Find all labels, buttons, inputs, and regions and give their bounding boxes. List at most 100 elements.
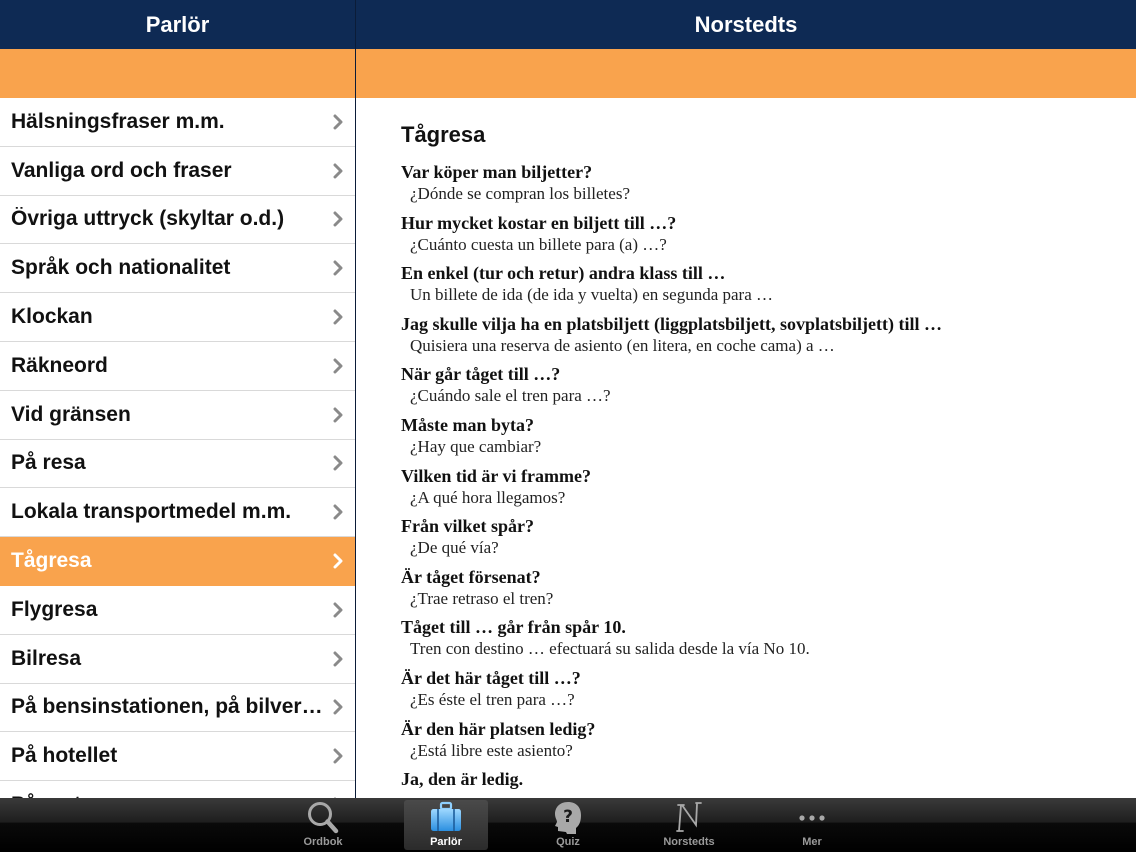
phrase-spanish: ¿Hay que cambiar? xyxy=(410,436,542,456)
category-row[interactable]: Lokala transportmedel m.m. xyxy=(0,488,355,538)
chevron-right-icon xyxy=(331,258,345,278)
phrase-entry: Är den här platsen ledig? ¿Está libre est… xyxy=(401,719,1121,761)
phrase-swedish: Är tåget försenat? xyxy=(401,566,541,587)
chevron-right-icon xyxy=(331,356,345,376)
head-question-icon: ? xyxy=(555,802,581,834)
tab-parlor[interactable]: Parlör xyxy=(404,800,488,850)
phrase-entry: Hur mycket kostar en biljett till …? ¿Cuá… xyxy=(401,213,1121,255)
phrase-spanish: ¿Cuándo sale el tren para …? xyxy=(410,386,611,406)
category-row[interactable]: På resa xyxy=(0,439,355,489)
chevron-right-icon xyxy=(331,600,345,620)
phrase-spanish: Tren con destino … efectuará su salida d… xyxy=(410,639,810,659)
category-label: På resa xyxy=(11,451,86,475)
chevron-right-icon xyxy=(331,551,345,571)
phrase-swedish: Är den här platsen ledig? xyxy=(401,718,596,739)
category-label: Tågresa xyxy=(11,549,92,573)
norstedts-logo-icon xyxy=(676,802,702,832)
phrase-swedish: När går tåget till …? xyxy=(401,364,561,385)
left-orange-bar xyxy=(0,49,355,98)
phrase-entry: Måste man byta? ¿Hay que cambiar? xyxy=(401,415,1121,457)
category-row[interactable]: Klockan xyxy=(0,293,355,342)
right-navbar-title: Norstedts xyxy=(694,11,798,37)
phrase-swedish: Var köper man biljetter? xyxy=(401,162,593,182)
phrase-entry: Från vilket spår? ¿De qué vía? xyxy=(401,516,1121,558)
search-icon xyxy=(308,802,339,834)
phrase-spanish: Quisiera una reserva de asiento (en lite… xyxy=(410,335,835,355)
category-label: Språk och nationalitet xyxy=(11,256,231,280)
phrase-spanish: ¿Es éste el tren para …? xyxy=(410,689,575,709)
phrase-swedish: Jag skulle vilja ha en platsbiljett (lig… xyxy=(401,313,943,334)
category-label: Flygresa xyxy=(11,597,98,621)
phrase-entry: Jag skulle vilja ha en platsbiljett (lig… xyxy=(401,314,1121,356)
chevron-right-icon xyxy=(331,307,345,327)
category-row[interactable]: Övriga uttryck (skyltar o.d.) xyxy=(0,195,355,245)
tab-mer[interactable]: Mer xyxy=(770,800,854,850)
tab-ordbok[interactable]: Ordbok xyxy=(281,800,365,850)
tab-quiz[interactable]: ? Quiz xyxy=(526,800,610,850)
chevron-right-icon xyxy=(331,502,345,522)
category-row[interactable]: Räkneord xyxy=(0,341,355,391)
phrase-entry: En enkel (tur och retur) andra klass til… xyxy=(401,263,1121,305)
phrase-swedish: Ja, den är ledig. xyxy=(401,769,524,790)
category-label: Klockan xyxy=(11,305,93,329)
category-row[interactable]: Vanliga ord och fraser xyxy=(0,146,355,196)
category-row[interactable]: Bilresa xyxy=(0,634,355,684)
phrase-swedish: Från vilket spår? xyxy=(401,516,534,537)
tab-label: Norstedts xyxy=(663,836,715,848)
phrase-entry: Är det här tåget till …? ¿Es éste el tren… xyxy=(401,668,1121,710)
tab-norstedts[interactable]: Norstedts xyxy=(647,800,731,850)
section-title: Tågresa xyxy=(401,122,486,147)
phrase-swedish: Tåget till … går från spår 10. xyxy=(401,617,626,638)
category-row[interactable]: På restaurangen xyxy=(0,781,355,798)
phrase-swedish: Hur mycket kostar en biljett till …? xyxy=(401,212,677,233)
phrase-entry: Ja, den är ledig. xyxy=(401,769,1121,790)
category-row[interactable]: Vid gränsen xyxy=(0,390,355,440)
category-label: Vid gränsen xyxy=(11,402,131,426)
phrase-spanish: ¿De qué vía? xyxy=(410,538,499,558)
tab-label: Quiz xyxy=(556,836,580,848)
phrase-swedish: En enkel (tur och retur) andra klass til… xyxy=(401,263,726,284)
phrase-spanish: ¿Trae retraso el tren? xyxy=(410,588,554,608)
category-label: Övriga uttryck (skyltar o.d.) xyxy=(11,207,285,231)
category-row[interactable]: På hotellet xyxy=(0,732,355,782)
category-row[interactable]: På bensinstationen, på bilverkstaden xyxy=(0,683,355,733)
more-dots-icon xyxy=(799,815,825,821)
tab-bar: Ordbok Parlör ? Quiz Norstedts Mer xyxy=(0,798,1136,852)
category-label: På hotellet xyxy=(11,744,118,768)
chevron-right-icon xyxy=(331,405,345,425)
phrase-entry: Tåget till … går från spår 10. Tren con d… xyxy=(401,617,1121,659)
category-label: Vanliga ord och fraser xyxy=(11,158,232,182)
category-label: Bilresa xyxy=(11,646,82,670)
chevron-right-icon xyxy=(331,453,345,473)
right-navbar: Norstedts xyxy=(356,0,1136,49)
phrase-swedish: Vilken tid är vi framme? xyxy=(401,465,591,486)
right-orange-bar xyxy=(356,49,1136,98)
category-row[interactable]: Flygresa xyxy=(0,585,355,635)
chevron-right-icon xyxy=(331,161,345,181)
phrase-spanish: Un billete de ida (de ida y vuelta) en s… xyxy=(410,285,774,305)
phrase-entry: Vilken tid är vi framme? ¿A qué hora lleg… xyxy=(401,466,1121,508)
phrase-spanish: ¿Cuánto cuesta un billete para (a) …? xyxy=(410,234,667,254)
phrase-swedish: Är det här tåget till …? xyxy=(401,667,581,688)
chevron-right-icon xyxy=(331,746,345,766)
phrase-content[interactable]: Tågresa Var köper man biljetter? ¿Dónde s… xyxy=(401,98,1121,798)
phrase-swedish: Måste man byta? xyxy=(401,414,534,435)
chevron-right-icon xyxy=(331,112,345,132)
category-label: Hälsningsfraser m.m. xyxy=(11,109,225,133)
category-label: Räkneord xyxy=(11,353,108,377)
category-row[interactable]: Hälsningsfraser m.m. xyxy=(0,98,355,147)
tab-label: Mer xyxy=(802,836,822,848)
category-label: På bensinstationen, på bilverkstaden xyxy=(11,695,323,719)
category-row[interactable]: Språk och nationalitet xyxy=(0,244,355,294)
right-pane: Norstedts Tågresa Var köper man biljette… xyxy=(356,0,1136,798)
chevron-right-icon xyxy=(331,209,345,229)
left-navbar-title: Parlör xyxy=(145,11,210,37)
category-list[interactable]: Hälsningsfraser m.m. Vanliga ord och fras… xyxy=(0,98,355,798)
chevron-right-icon xyxy=(331,697,345,717)
left-pane: Parlör Hälsningsfraser m.m. Vanliga ord o… xyxy=(0,0,355,798)
phrase-entry: Var köper man biljetter? ¿Dónde se compra… xyxy=(401,162,1121,204)
category-row[interactable]: Tågresa xyxy=(0,537,355,586)
chevron-right-icon xyxy=(331,649,345,669)
suitcase-icon xyxy=(431,801,461,831)
tab-label: Ordbok xyxy=(303,836,343,848)
